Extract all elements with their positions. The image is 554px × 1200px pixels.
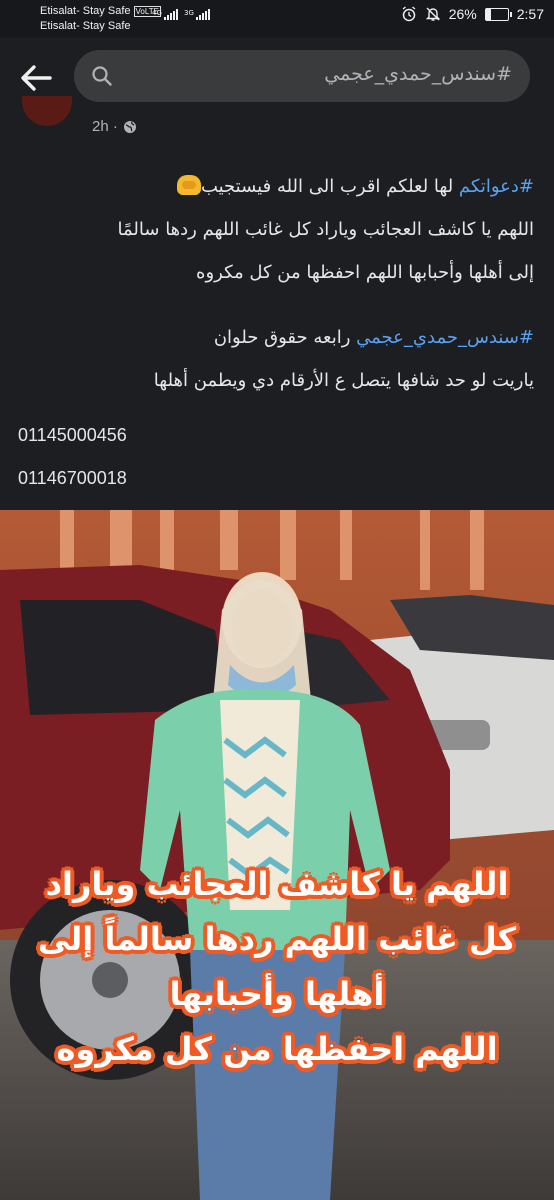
- raised-hands-icon: [176, 175, 201, 195]
- carrier-info: Etisalat- Stay Safe VoLTE Etisalat- Stay …: [40, 4, 161, 34]
- post-text: #دعواتكم لها لعلكم اقرب الى الله فيستجيب…: [14, 170, 534, 407]
- alarm-icon: [402, 6, 416, 22]
- search-header: #سندس_حمدي_عجمي: [0, 38, 554, 114]
- avatar[interactable]: [22, 96, 72, 126]
- post-line-5: ياريت لو حد شافها يتصل ع الأرقام دي ويطم…: [153, 370, 534, 391]
- post-photo[interactable]: اللهم يا كاشف العجائب وياراد كل غائب الل…: [0, 510, 554, 1200]
- image-caption-1: اللهم يا كاشف العجائب وياراد: [45, 865, 509, 903]
- image-caption-2: كل غائب اللهم ردها سالماً إلى: [37, 920, 517, 958]
- globe-icon: [123, 120, 136, 133]
- search-query[interactable]: #سندس_حمدي_عجمي: [324, 63, 512, 85]
- post-line-2: اللهم يا كاشف العجائب وياراد كل غائب الل…: [117, 219, 534, 240]
- hashtag-link[interactable]: #سندس_حمدي_عجمي: [356, 327, 534, 348]
- post-line-1: #دعواتكم لها لعلكم اقرب الى الله فيستجيب: [14, 170, 534, 204]
- phone-number-1[interactable]: 01145000456: [18, 425, 127, 446]
- post-meta: 2h ·: [92, 118, 137, 135]
- search-input[interactable]: #سندس_حمدي_عجمي: [74, 50, 530, 102]
- clock: 2:57: [516, 6, 544, 22]
- battery-percent: 26%: [448, 6, 477, 22]
- status-right: 26% 2:57: [401, 6, 544, 22]
- post-line-3: إلى أهلها وأحبابها اللهم احفظها من كل مك…: [196, 262, 534, 283]
- signal-icon-1: 4G: [152, 9, 178, 20]
- mute-icon: [425, 7, 440, 21]
- back-arrow-icon[interactable]: [14, 56, 58, 100]
- carrier-name-2: Etisalat- Stay Safe: [40, 20, 131, 32]
- photo-scene: [0, 510, 554, 1200]
- post-line-4: #سندس_حمدي_عجمي رابعه حقوق حلوان: [213, 327, 534, 348]
- image-caption-3: أهلها وأحبابها: [169, 975, 385, 1013]
- battery-icon: [484, 7, 512, 21]
- status-bar: Etisalat- Stay Safe VoLTE Etisalat- Stay …: [0, 0, 554, 38]
- phone-number-2[interactable]: 01146700018: [18, 468, 127, 489]
- image-caption-4: اللهم احفظها من كل مكروه: [56, 1030, 498, 1068]
- search-icon: [92, 66, 112, 86]
- post-time[interactable]: 2h ·: [92, 118, 118, 135]
- signal-icon-2: 3G: [184, 9, 210, 20]
- hashtag-link[interactable]: #دعواتكم: [459, 176, 534, 197]
- carrier-name-1: Etisalat- Stay Safe: [40, 5, 131, 17]
